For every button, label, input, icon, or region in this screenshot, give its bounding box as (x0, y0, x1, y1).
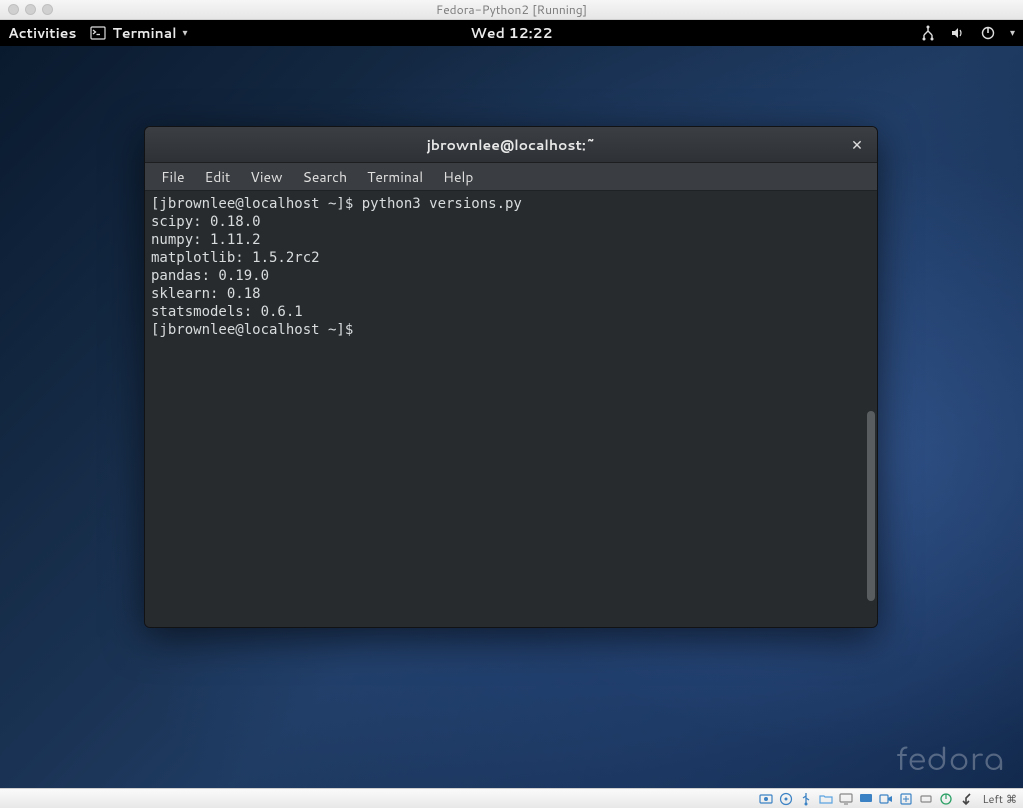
close-icon: ✕ (851, 135, 863, 155)
chevron-down-icon: ▾ (183, 26, 188, 40)
terminal-titlebar[interactable]: jbrownlee@localhost:~ ✕ (145, 127, 877, 163)
vm-mouse-icon[interactable] (938, 791, 954, 807)
close-button[interactable]: ✕ (847, 135, 867, 155)
gnome-top-panel: Activities Terminal ▾ Wed 12:22 ▾ (0, 20, 1023, 46)
vm-optical-icon[interactable] (778, 791, 794, 807)
terminal-line: matplotlib: 1.5.2rc2 (151, 250, 320, 266)
terminal-output[interactable]: [jbrownlee@localhost ~]$ python3 version… (145, 191, 877, 627)
desktop-background: jbrownlee@localhost:~ ✕ File Edit View S… (0, 46, 1023, 788)
terminal-line: [jbrownlee@localhost ~]$ (151, 322, 362, 338)
terminal-line: pandas: 0.19.0 (151, 268, 269, 284)
host-window-title: Fedora-Python2 [Running] (0, 1, 1023, 18)
clock-label: Wed 12:22 (470, 23, 552, 43)
zoom-icon[interactable] (42, 4, 53, 15)
menu-file[interactable]: File (153, 164, 193, 190)
vm-network-icon[interactable] (898, 791, 914, 807)
menu-search[interactable]: Search (295, 164, 356, 190)
vm-usb-icon[interactable] (798, 791, 814, 807)
terminal-scrollbar[interactable] (867, 411, 875, 601)
terminal-window: jbrownlee@localhost:~ ✕ File Edit View S… (144, 126, 878, 628)
vm-display-icon[interactable] (838, 791, 854, 807)
window-controls (8, 4, 53, 15)
vm-audio-icon[interactable] (918, 791, 934, 807)
terminal-line: scipy: 0.18.0 (151, 214, 261, 230)
activities-button[interactable]: Activities (8, 23, 76, 43)
vm-keyboard-icon[interactable] (958, 791, 974, 807)
host-key-indicator[interactable]: Left ⌘ (982, 791, 1017, 807)
menu-view[interactable]: View (242, 164, 290, 190)
host-window-titlebar: Fedora-Python2 [Running] (0, 0, 1023, 20)
vm-display2-icon[interactable] (858, 791, 874, 807)
minimize-icon[interactable] (25, 4, 36, 15)
vm-disk-icon[interactable] (758, 791, 774, 807)
menu-help[interactable]: Help (435, 164, 481, 190)
network-icon[interactable] (920, 25, 936, 41)
terminal-title: jbrownlee@localhost:~ (427, 135, 596, 155)
system-menu-chevron-icon[interactable]: ▾ (1010, 26, 1015, 40)
app-menu-button[interactable]: Terminal ▾ (90, 23, 187, 43)
close-icon[interactable] (8, 4, 19, 15)
distro-watermark: fedora (896, 745, 1005, 778)
menu-terminal[interactable]: Terminal (359, 164, 431, 190)
terminal-menubar: File Edit View Search Terminal Help (145, 163, 877, 191)
vm-shared-folder-icon[interactable] (818, 791, 834, 807)
power-icon[interactable] (980, 25, 996, 41)
app-menu-label: Terminal (112, 23, 176, 43)
menu-edit[interactable]: Edit (197, 164, 239, 190)
activities-label: Activities (8, 23, 76, 43)
terminal-line: numpy: 1.11.2 (151, 232, 261, 248)
vm-video-icon[interactable] (878, 791, 894, 807)
terminal-line: [jbrownlee@localhost ~]$ python3 version… (151, 196, 522, 212)
clock-button[interactable]: Wed 12:22 (470, 23, 552, 43)
terminal-line: statsmodels: 0.6.1 (151, 304, 303, 320)
terminal-line: sklearn: 0.18 (151, 286, 261, 302)
volume-icon[interactable] (950, 25, 966, 41)
host-statusbar: Left ⌘ (0, 788, 1023, 808)
terminal-app-icon (90, 25, 106, 41)
